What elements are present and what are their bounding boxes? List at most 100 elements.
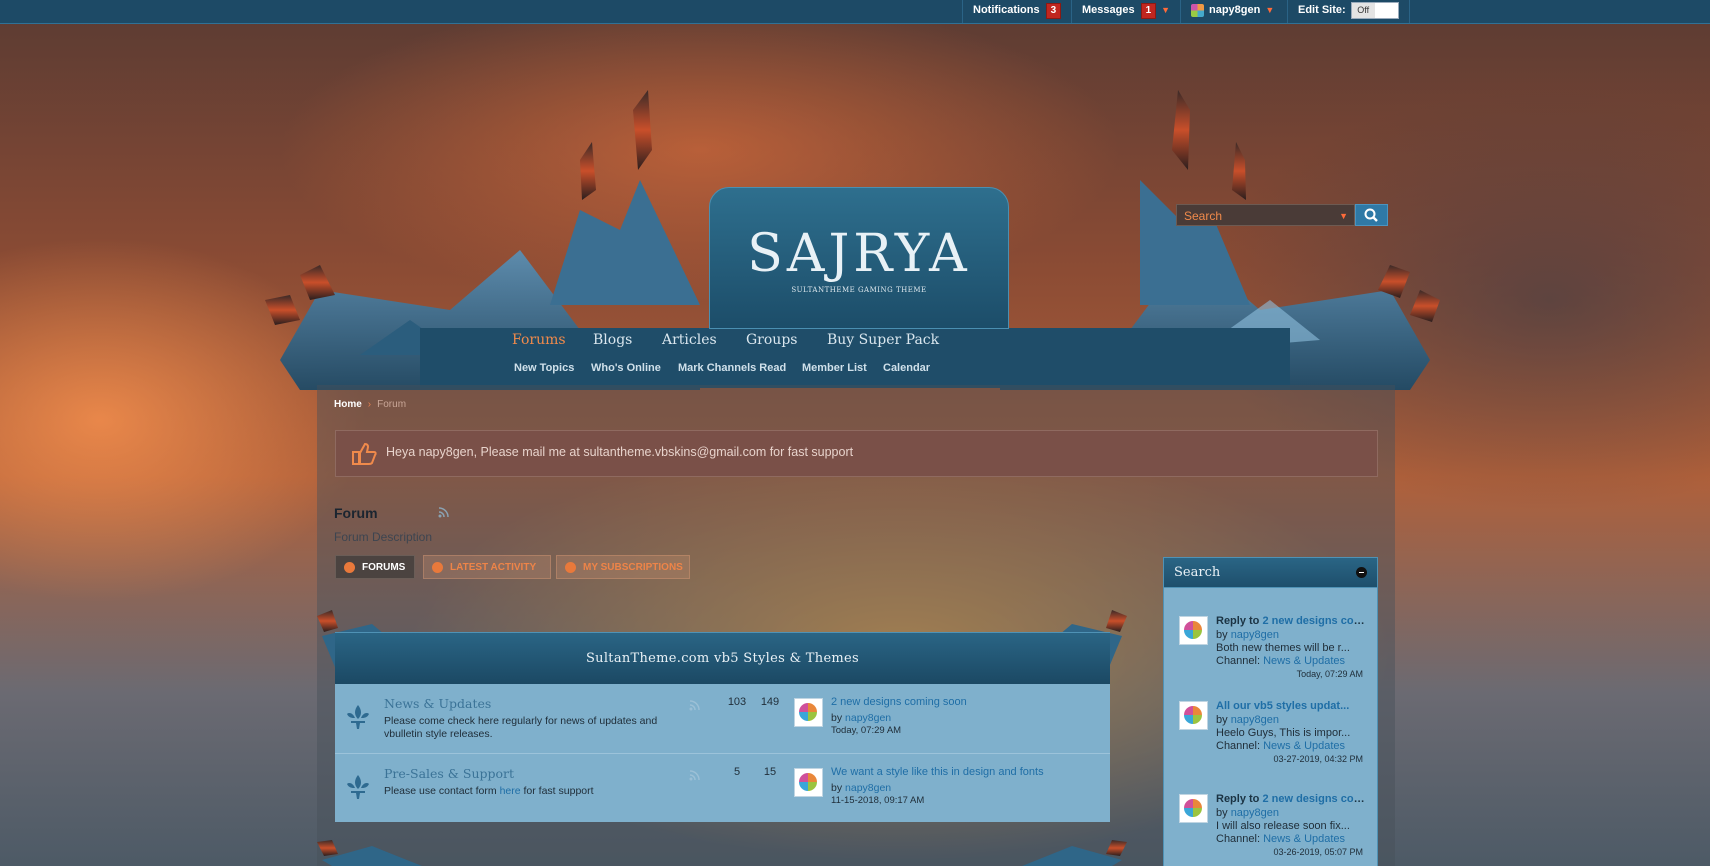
result-channel: Channel: News & Updates bbox=[1216, 655, 1366, 667]
subnav-member-list[interactable]: Member List bbox=[802, 362, 867, 374]
author-link[interactable]: napy8gen bbox=[1231, 629, 1279, 641]
reply-to-label: Reply to bbox=[1216, 793, 1260, 805]
breadcrumb-home[interactable]: Home bbox=[334, 399, 362, 410]
last-post-author: by napy8gen bbox=[831, 712, 891, 724]
notifications-button[interactable]: Notifications 3 bbox=[962, 0, 1071, 23]
edit-site-toggle[interactable]: Off bbox=[1350, 1, 1399, 19]
result-link[interactable]: 2 new designs coming soon bbox=[1262, 615, 1366, 627]
nav-item-groups[interactable]: Groups bbox=[746, 332, 797, 348]
sidebar-search-results: Reply to 2 new designs coming soon by na… bbox=[1163, 588, 1378, 866]
contact-link[interactable]: here bbox=[500, 785, 521, 797]
chevron-down-icon[interactable]: ▼ bbox=[1339, 205, 1348, 227]
category-title: SultanTheme.com vb5 Styles & Themes bbox=[585, 651, 860, 666]
search-icon bbox=[1364, 208, 1378, 222]
forum-list: News & Updates Please come check here re… bbox=[335, 684, 1110, 822]
search-button[interactable] bbox=[1355, 204, 1388, 226]
nav-item-blogs[interactable]: Blogs bbox=[593, 332, 632, 348]
avatar[interactable] bbox=[1179, 794, 1208, 823]
rss-icon[interactable] bbox=[438, 507, 449, 518]
nav-item-forums[interactable]: Forums bbox=[512, 332, 566, 348]
subnav-calendar[interactable]: Calendar bbox=[883, 362, 930, 374]
tab-latest-activity[interactable]: Latest Activity bbox=[423, 555, 551, 579]
tab-forums-label: Forums bbox=[362, 562, 406, 573]
last-post-date: 11-15-2018, 09:17 AM bbox=[831, 795, 925, 806]
breadcrumb-current: Forum bbox=[377, 399, 407, 410]
rss-icon[interactable] bbox=[689, 700, 700, 711]
last-post-link[interactable]: 2 new designs coming soon bbox=[831, 696, 967, 708]
channel-label: Channel: bbox=[1216, 833, 1261, 845]
forum-row: News & Updates Please come check here re… bbox=[335, 684, 1110, 753]
result-link[interactable]: 2 new designs coming soon bbox=[1262, 793, 1366, 805]
notice-text: Heya napy8gen, Please mail me at sultant… bbox=[386, 445, 854, 459]
author-link[interactable]: napy8gen bbox=[1231, 714, 1279, 726]
collapse-icon[interactable] bbox=[1356, 567, 1367, 578]
chevron-down-icon: ▼ bbox=[1265, 5, 1275, 15]
post-count: 149 bbox=[760, 696, 780, 708]
by-label: by bbox=[1216, 807, 1228, 819]
list-item: All our vb5 styles updat... by napy8gen … bbox=[1164, 673, 1377, 766]
avatar[interactable] bbox=[1179, 616, 1208, 645]
username: napy8gen bbox=[1209, 4, 1261, 16]
by-label: by bbox=[831, 712, 843, 724]
channel-link[interactable]: News & Updates bbox=[1263, 655, 1345, 667]
nav-item-buy-super-pack[interactable]: Buy Super Pack bbox=[827, 332, 939, 348]
subnav-mark-channels-read[interactable]: Mark Channels Read bbox=[678, 362, 786, 374]
result-excerpt: I will also release soon fix... bbox=[1216, 820, 1350, 832]
messages-button[interactable]: Messages 1 ▼ bbox=[1071, 0, 1180, 23]
category-header[interactable]: SultanTheme.com vb5 Styles & Themes bbox=[335, 632, 1110, 685]
activity-icon bbox=[432, 562, 443, 573]
description-text: for fast support bbox=[523, 785, 594, 797]
tab-latest-activity-label: Latest Activity bbox=[450, 562, 537, 573]
channel-label: Channel: bbox=[1216, 740, 1261, 752]
site-logo[interactable]: SAJRYA SULTANTHEME GAMING THEME bbox=[709, 187, 1009, 329]
list-item: Reply to 2 new designs coming soon by na… bbox=[1164, 588, 1377, 681]
result-author: by napy8gen bbox=[1216, 629, 1366, 641]
result-link[interactable]: All our vb5 styles updat... bbox=[1216, 700, 1349, 712]
avatar[interactable] bbox=[794, 768, 823, 797]
subnav-new-topics[interactable]: New Topics bbox=[514, 362, 574, 374]
avatar[interactable] bbox=[794, 698, 823, 727]
forum-description: Please come check here regularly for new… bbox=[384, 715, 658, 740]
page-title: Forum bbox=[334, 505, 378, 521]
notifications-label: Notifications bbox=[973, 4, 1040, 16]
notice-banner: Heya napy8gen, Please mail me at sultant… bbox=[335, 430, 1378, 477]
channel-label: Channel: bbox=[1216, 655, 1261, 667]
last-post-link[interactable]: We want a style like this in design and … bbox=[831, 766, 1044, 778]
chevron-right-icon: › bbox=[367, 399, 372, 410]
pinwheel-icon bbox=[799, 773, 817, 791]
channel-link[interactable]: News & Updates bbox=[1263, 740, 1345, 752]
forum-row: Pre-Sales & Support Please use contact f… bbox=[335, 753, 1110, 823]
by-label: by bbox=[831, 782, 843, 794]
rss-icon[interactable] bbox=[689, 770, 700, 781]
top-bar: Notifications 3 Messages 1 ▼ napy8gen ▼ Edit… bbox=[0, 0, 1710, 24]
author-link[interactable]: napy8gen bbox=[845, 782, 891, 794]
tab-my-subscriptions[interactable]: My Subscriptions bbox=[556, 555, 690, 579]
pinwheel-icon bbox=[799, 703, 817, 721]
author-link[interactable]: napy8gen bbox=[1231, 807, 1279, 819]
forum-description: Please use contact form here for fast su… bbox=[384, 785, 684, 798]
edit-site-label: Edit Site: bbox=[1298, 4, 1346, 16]
forum-name[interactable]: News & Updates bbox=[384, 696, 491, 711]
result-date: 03-27-2019, 04:32 PM bbox=[1273, 754, 1363, 764]
post-count: 15 bbox=[763, 766, 777, 778]
forum-name[interactable]: Pre-Sales & Support bbox=[384, 766, 514, 781]
topic-count: 5 bbox=[733, 766, 741, 778]
subnav-whos-online[interactable]: Who's Online bbox=[591, 362, 661, 374]
channel-link[interactable]: News & Updates bbox=[1263, 833, 1345, 845]
search-input[interactable]: Search ▼ bbox=[1176, 204, 1355, 226]
result-title: Reply to 2 new designs coming soon bbox=[1216, 615, 1366, 627]
author-link[interactable]: napy8gen bbox=[845, 712, 891, 724]
avatar bbox=[1191, 3, 1204, 17]
user-menu-button[interactable]: napy8gen ▼ bbox=[1180, 0, 1284, 23]
sidebar-search-header: Search bbox=[1163, 557, 1378, 588]
fleur-de-lis-icon bbox=[347, 705, 369, 729]
result-date: 03-26-2019, 05:07 PM bbox=[1273, 847, 1363, 857]
nav-item-articles[interactable]: Articles bbox=[662, 332, 717, 348]
tab-forums[interactable]: Forums bbox=[335, 555, 415, 579]
list-item: Reply to 2 new designs coming soon by na… bbox=[1164, 766, 1377, 859]
avatar[interactable] bbox=[1179, 701, 1208, 730]
result-author: by napy8gen bbox=[1216, 807, 1366, 819]
comments-icon bbox=[344, 562, 355, 573]
reply-to-label: Reply to bbox=[1216, 615, 1260, 627]
topic-count: 103 bbox=[727, 696, 747, 708]
